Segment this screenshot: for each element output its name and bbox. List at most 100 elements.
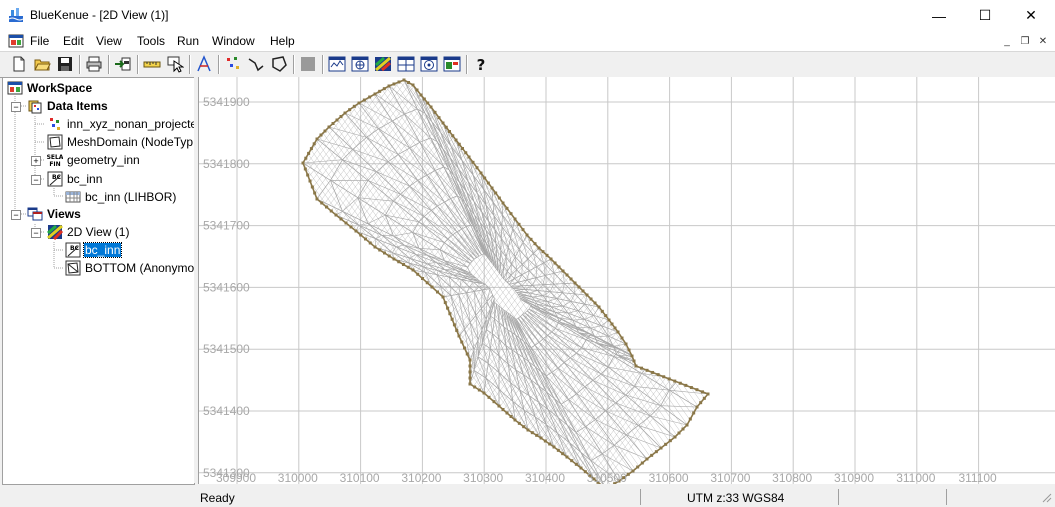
tree-view-bc[interactable]: BC bc_inn [65,241,123,259]
tree-item-geometry[interactable]: SELA FIN geometry_inn [47,151,141,169]
mesh-edge [630,80,708,484]
boundary-node [323,129,327,133]
polar-view-icon[interactable] [420,55,438,73]
mesh-edge [727,77,1027,484]
boundary-node [537,246,541,250]
menu-edit[interactable]: Edit [63,34,84,48]
ruler-icon[interactable] [143,55,161,73]
grid-lines [199,77,1055,484]
mesh-element [507,263,518,277]
3d-view-icon[interactable] [351,55,369,73]
point-set-icon[interactable] [224,55,242,73]
boundary-node [483,176,487,180]
collapse-data-items-toggle[interactable]: − [11,102,21,112]
2d-view-canvas[interactable]: 5341900 5341800 5341700 5341600 5341500 53414… [198,77,1055,484]
tree-item-geometry-label: geometry_inn [67,153,140,167]
menu-view[interactable]: View [96,34,122,48]
query-pointer-icon[interactable] [166,55,184,73]
tree-item-bc-lihbor[interactable]: bc_inn (LIHBOR) [65,188,177,206]
tree-item-mesh-domain-label: MeshDomain (NodeTyp [67,135,194,149]
boundary-node [461,147,464,150]
line-set-icon[interactable] [247,55,265,73]
2d-view-plot[interactable]: 5341900 5341800 5341700 5341600 5341500 53414… [199,77,1055,484]
mdi-close-button[interactable]: ✕ [1035,34,1051,48]
time-series-view-icon[interactable] [328,55,346,73]
boundary-node [473,385,477,389]
boundary-node [685,423,689,427]
polygon-icon[interactable] [270,55,288,73]
print-icon[interactable] [85,55,103,73]
boundary-node [464,151,468,155]
mesh-edge [564,80,708,484]
mesh-edge [648,80,708,484]
menu-help[interactable]: Help [270,34,295,48]
boundary-node [517,222,521,226]
boundary-node [411,268,415,272]
mesh-edge [696,80,708,484]
boundary-node [552,445,556,449]
new-file-icon[interactable] [10,55,28,73]
open-folder-icon[interactable] [33,55,51,73]
boundary-node [452,323,456,327]
mesh-edge [757,77,1055,484]
boundary-node [457,334,461,338]
profile-view-icon[interactable] [397,55,415,73]
table-view-icon[interactable] [443,55,461,73]
import-icon[interactable] [114,55,132,73]
boundary-node [630,354,634,358]
mesh-domain-icon [47,134,63,150]
collapse-icon: − [13,102,19,112]
menu-window[interactable]: Window [212,34,255,48]
menu-file[interactable]: File [30,34,49,48]
document-system-icon[interactable] [8,33,24,49]
boundary-node [695,388,699,392]
boundary-node [339,115,343,118]
2d-view-icon[interactable] [374,55,392,73]
create-object-icon[interactable] [195,55,213,73]
collapse-bc-toggle[interactable]: − [31,175,41,185]
tree-view-bottom[interactable]: BOTTOM (Anonymo [65,259,194,277]
boundary-node [509,212,513,216]
boundary-node [684,383,688,387]
tree-item-mesh-domain[interactable]: MeshDomain (NodeTyp [47,133,194,151]
mesh-edge [721,77,1021,484]
save-icon[interactable] [56,55,74,73]
tree-workspace[interactable]: WorkSpace [7,79,93,97]
mesh-element [517,279,534,287]
tree-item-bc-label: bc_inn [67,172,103,186]
resize-grip-icon[interactable] [1040,491,1052,503]
status-ready: Ready [200,491,235,505]
mesh-edge [346,80,668,484]
boundary-node [402,78,406,82]
tree-data-items[interactable]: Data Items [27,97,109,115]
mesh-edge [526,80,708,484]
close-button[interactable]: ✕ [1008,0,1054,31]
help-icon[interactable]: ? [472,55,490,73]
svg-text:?: ? [477,56,486,73]
boundary-node [593,301,597,305]
expand-geometry-toggle[interactable]: + [31,156,41,166]
mesh-element [625,385,661,417]
disabled-square-icon [301,57,315,71]
boundary-node [654,450,658,454]
expand-icon: + [33,156,39,166]
collapse-views-toggle[interactable]: − [11,210,21,220]
tree-views[interactable]: Views [27,205,82,223]
boundary-node [525,233,529,237]
mesh-edge [763,77,1055,484]
title-bar: BlueKenue - [2D View (1)] — ☐ ✕ [0,0,1055,31]
maximize-button[interactable]: ☐ [962,0,1008,31]
collapse-2d-view-toggle[interactable]: − [31,228,41,238]
tree-item-bc[interactable]: BC bc_inn [47,170,103,188]
data-items-icon [28,100,42,114]
mesh-edge [618,80,708,484]
tree-item-xyz[interactable]: inn_xyz_nonan_projecte [47,115,194,133]
menu-run[interactable]: Run [177,34,199,48]
mdi-minimize-button[interactable]: _ [999,34,1015,48]
boundary-node [471,160,475,164]
menu-tools[interactable]: Tools [137,34,165,48]
tree-view-2d[interactable]: 2D View (1) [47,223,130,241]
minimize-button[interactable]: — [916,0,962,31]
mdi-close-icon: ✕ [1038,35,1048,47]
mdi-restore-button[interactable]: ❐ [1017,34,1033,48]
